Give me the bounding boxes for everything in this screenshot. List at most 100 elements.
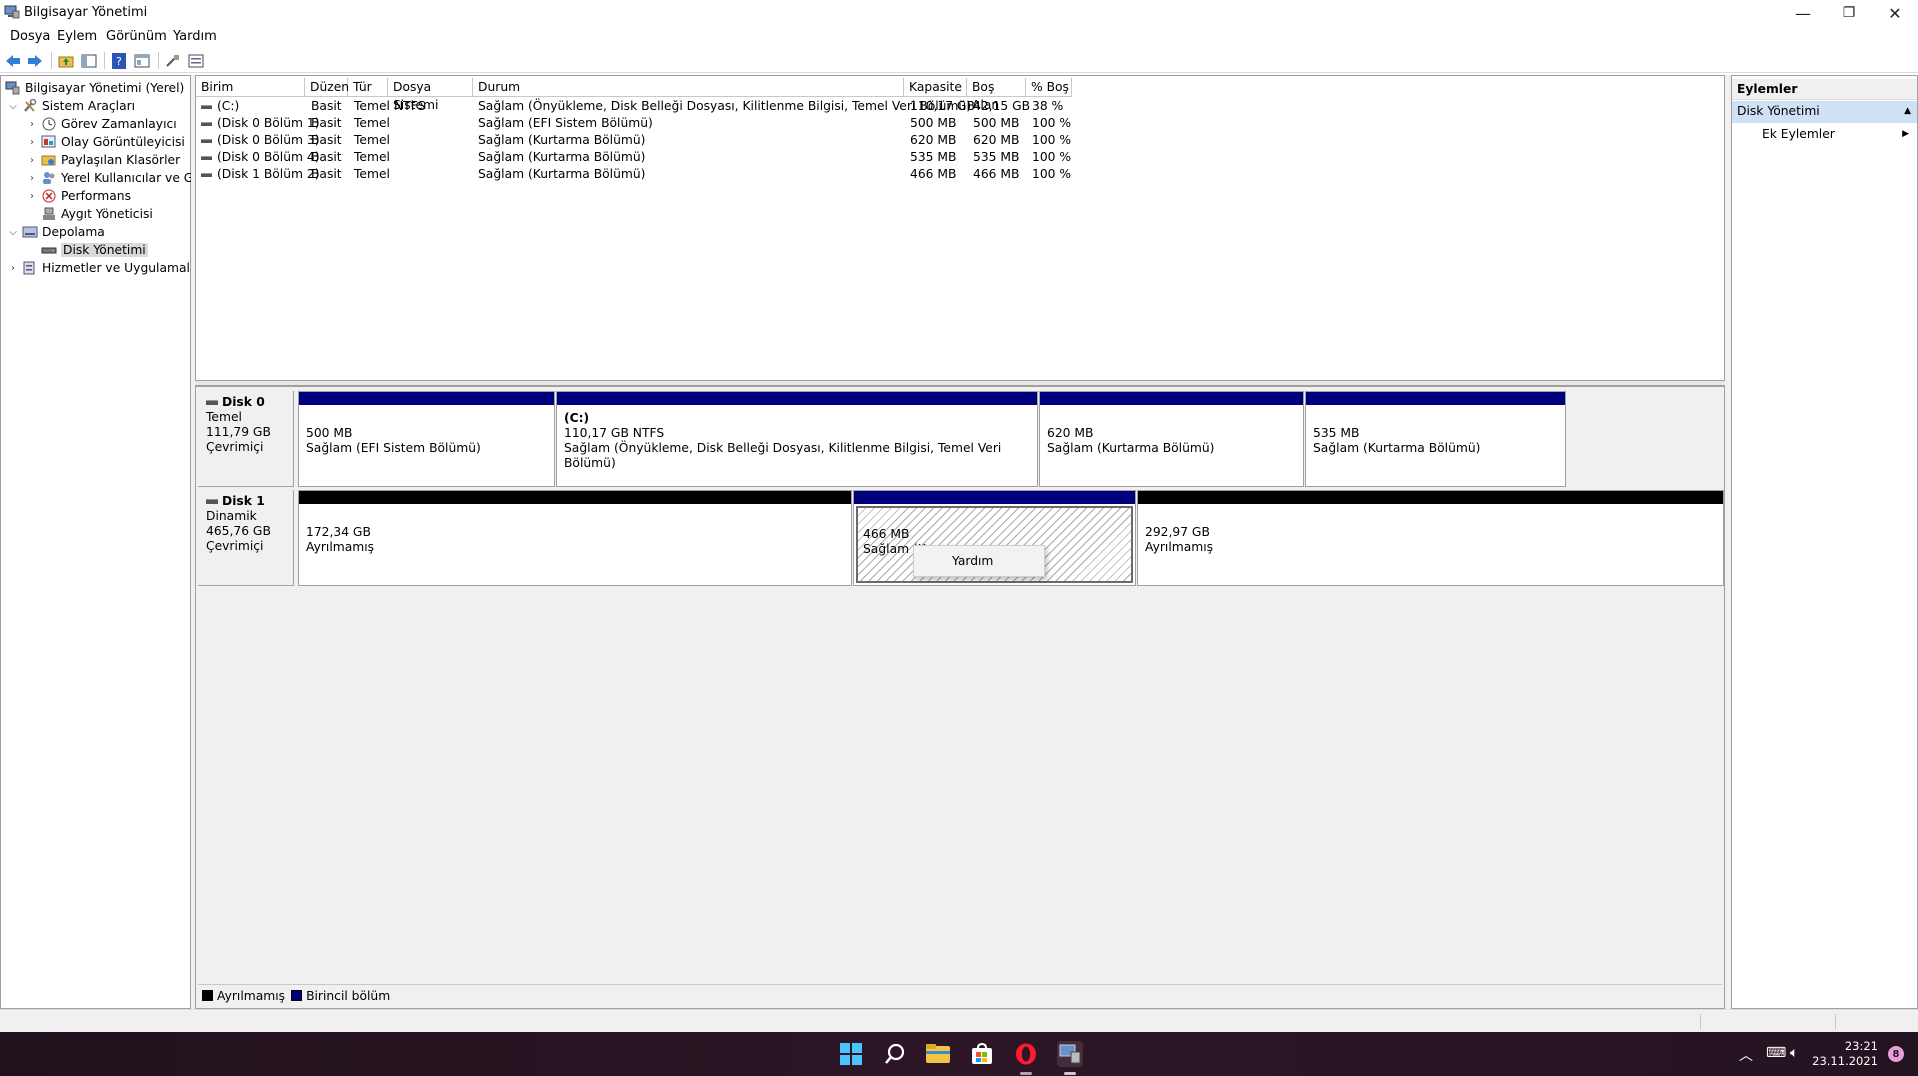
menu-dosya[interactable]: Dosya bbox=[10, 29, 50, 44]
expanded-chevron-icon[interactable]: ⌵ bbox=[7, 227, 19, 238]
disk-1-label[interactable]: Disk 1 Dinamik 465,76 GB Çevrimiçi bbox=[198, 490, 294, 586]
volume-icon bbox=[201, 172, 212, 177]
tree-node-device-manager[interactable]: Aygıt Yöneticisi bbox=[41, 205, 153, 223]
svg-text:?: ? bbox=[116, 55, 122, 68]
navigation-tree: Bilgisayar Yönetimi (Yerel) ⌵ Sistem Ara… bbox=[0, 75, 206, 1076]
clock-icon bbox=[42, 117, 56, 131]
partition-unallocated-1[interactable]: 172,34 GB Ayrılmamış bbox=[298, 490, 852, 586]
collapse-triangle-icon[interactable]: ▲ bbox=[1904, 101, 1911, 122]
file-explorer-icon[interactable] bbox=[925, 1041, 951, 1067]
column-header-yuzde-bos[interactable]: % Boş bbox=[1026, 78, 1072, 97]
volume-icon bbox=[201, 104, 212, 109]
minimize-button[interactable]: — bbox=[1780, 0, 1826, 26]
column-header-birim[interactable]: Birim bbox=[196, 78, 305, 97]
store-icon[interactable] bbox=[969, 1041, 995, 1067]
tree-node-root[interactable]: Bilgisayar Yönetimi (Yerel) bbox=[5, 79, 184, 97]
collapsed-chevron-icon[interactable]: › bbox=[26, 119, 38, 130]
partition-unallocated-2[interactable]: 292,97 GB Ayrılmamış bbox=[1137, 490, 1724, 586]
collapsed-chevron-icon[interactable]: › bbox=[26, 191, 38, 202]
unallocated-swatch bbox=[202, 990, 213, 1001]
actions-pane: Eylemler Disk Yönetimi ▲ Ek Eylemler ▶ bbox=[1731, 75, 1918, 1009]
performance-icon bbox=[42, 189, 56, 203]
shared-folder-icon bbox=[41, 155, 56, 166]
partition-recovery-3[interactable]: 620 MB Sağlam (Kurtarma Bölümü) bbox=[1039, 391, 1304, 487]
column-header-dosya-sistemi[interactable]: Dosya Sistemi bbox=[388, 78, 473, 112]
volume-list: Birim Düzen Tür Dosya Sistemi Durum Kapa… bbox=[195, 75, 1725, 381]
tools-icon bbox=[24, 99, 37, 112]
storage-icon bbox=[22, 226, 38, 238]
collapsed-chevron-icon[interactable]: › bbox=[26, 137, 38, 148]
partition-c[interactable]: (C:) 110,17 GB NTFS Sağlam (Önyükleme, D… bbox=[556, 391, 1038, 487]
help-icon[interactable]: ? bbox=[110, 52, 128, 69]
menu-gorunum[interactable]: Görünüm bbox=[106, 29, 167, 44]
users-icon bbox=[43, 172, 55, 184]
column-header-bos-alan[interactable]: Boş Alan bbox=[967, 78, 1026, 112]
back-icon[interactable] bbox=[4, 52, 22, 69]
table-row[interactable]: (Disk 0 Bölüm 3) Basit Temel Sağlam (Kur… bbox=[196, 132, 1724, 149]
show-hide-tree-icon[interactable] bbox=[80, 52, 98, 69]
menu-yardim[interactable]: Yardım bbox=[173, 29, 217, 44]
close-button[interactable]: ✕ bbox=[1872, 0, 1918, 26]
submenu-arrow-icon[interactable]: ▶ bbox=[1902, 129, 1909, 139]
disk-0-partitions: 500 MB Sağlam (EFI Sistem Bölümü) (C:) 1… bbox=[298, 391, 1722, 487]
tree-node-services-apps[interactable]: › Hizmetler ve Uygulamalar bbox=[7, 259, 203, 277]
list-view-icon[interactable] bbox=[187, 52, 205, 69]
expanded-chevron-icon[interactable]: ⌵ bbox=[7, 101, 19, 112]
forward-icon[interactable] bbox=[26, 52, 44, 69]
title-bar: Bilgisayar Yönetimi — ❐ ✕ bbox=[0, 0, 1918, 26]
volume-icon bbox=[201, 138, 212, 143]
actions-header: Eylemler bbox=[1732, 79, 1917, 100]
table-row[interactable]: (Disk 1 Bölüm 2) Basit Temel Sağlam (Kur… bbox=[196, 166, 1724, 183]
tree-node-event-viewer[interactable]: › Olay Görüntüleyicisi bbox=[26, 133, 185, 151]
search-icon[interactable] bbox=[882, 1041, 908, 1067]
tree-node-disk-management[interactable]: Disk Yönetimi bbox=[41, 241, 148, 259]
context-menu: Yardım bbox=[913, 545, 1045, 577]
tree-node-system-tools[interactable]: ⌵ Sistem Araçları bbox=[7, 97, 135, 115]
table-row[interactable]: (Disk 0 Bölüm 4) Basit Temel Sağlam (Kur… bbox=[196, 149, 1724, 166]
windows-start-icon[interactable] bbox=[838, 1041, 864, 1067]
collapsed-chevron-icon[interactable]: › bbox=[26, 155, 38, 166]
table-row[interactable]: (C:) Basit Temel NTFS Sağlam (Önyükleme,… bbox=[196, 98, 1724, 115]
column-header-duzen[interactable]: Düzen bbox=[305, 78, 349, 97]
active-app-indicator bbox=[1064, 1072, 1076, 1075]
column-header-kapasite[interactable]: Kapasite bbox=[904, 78, 967, 97]
disk-icon bbox=[206, 499, 218, 504]
menu-eylem[interactable]: Eylem bbox=[57, 29, 97, 44]
restore-button[interactable]: ❐ bbox=[1826, 0, 1872, 26]
taskbar: ︿ ⌨ 🔈︎ 23:21 23.11.2021 8 bbox=[0, 1032, 1918, 1076]
up-folder-icon[interactable] bbox=[57, 52, 75, 69]
table-row[interactable]: (Disk 0 Bölüm 1) Basit Temel Sağlam (EFI… bbox=[196, 115, 1724, 132]
partition-efi[interactable]: 500 MB Sağlam (EFI Sistem Bölümü) bbox=[298, 391, 555, 487]
legend: Ayrılmamış Birincil bölüm bbox=[198, 984, 1722, 1006]
disk-icon bbox=[41, 247, 57, 254]
network-icon[interactable]: ⌨ bbox=[1766, 1045, 1786, 1061]
disk-settings-icon[interactable] bbox=[164, 52, 182, 69]
tray-overflow-chevron-icon[interactable]: ︿ bbox=[1739, 1045, 1753, 1065]
properties-view-icon[interactable] bbox=[133, 52, 151, 69]
volume-icon bbox=[201, 121, 212, 126]
collapsed-chevron-icon[interactable]: › bbox=[26, 173, 38, 184]
column-header-tur[interactable]: Tür bbox=[348, 78, 388, 97]
tree-node-task-scheduler[interactable]: › Görev Zamanlayıcı bbox=[26, 115, 177, 133]
primary-partition-swatch bbox=[291, 990, 303, 1001]
services-icon bbox=[23, 261, 35, 275]
status-bar bbox=[0, 1009, 1918, 1032]
tree-node-shared-folders[interactable]: › Paylaşılan Klasörler bbox=[26, 151, 180, 169]
partition-recovery-4[interactable]: 535 MB Sağlam (Kurtarma Bölümü) bbox=[1305, 391, 1566, 487]
volume-icon[interactable]: 🔈︎ bbox=[1790, 1045, 1798, 1061]
disk-0-label[interactable]: Disk 0 Temel 111,79 GB Çevrimiçi bbox=[198, 391, 294, 487]
tree-node-performance[interactable]: › Performans bbox=[26, 187, 131, 205]
column-header-durum[interactable]: Durum bbox=[473, 78, 904, 97]
opera-browser-icon[interactable] bbox=[1013, 1041, 1039, 1067]
collapsed-chevron-icon[interactable]: › bbox=[7, 263, 19, 274]
context-menu-help[interactable]: Yardım bbox=[952, 554, 993, 568]
clock[interactable]: 23:21 23.11.2021 bbox=[1812, 1039, 1878, 1069]
computer-management-icon[interactable] bbox=[1057, 1041, 1083, 1067]
disk-graphical-view: Disk 0 Temel 111,79 GB Çevrimiçi 500 MB … bbox=[195, 386, 1725, 1009]
tree-node-storage[interactable]: ⌵ Depolama bbox=[7, 223, 105, 241]
actions-section-disk-management[interactable]: Disk Yönetimi ▲ bbox=[1732, 101, 1917, 123]
tree-node-local-users[interactable]: › Yerel Kullanıcılar ve Gru bbox=[26, 169, 206, 187]
more-actions-link[interactable]: Ek Eylemler bbox=[1762, 127, 1835, 141]
disk-icon bbox=[206, 400, 218, 405]
notification-badge[interactable]: 8 bbox=[1888, 1046, 1904, 1062]
